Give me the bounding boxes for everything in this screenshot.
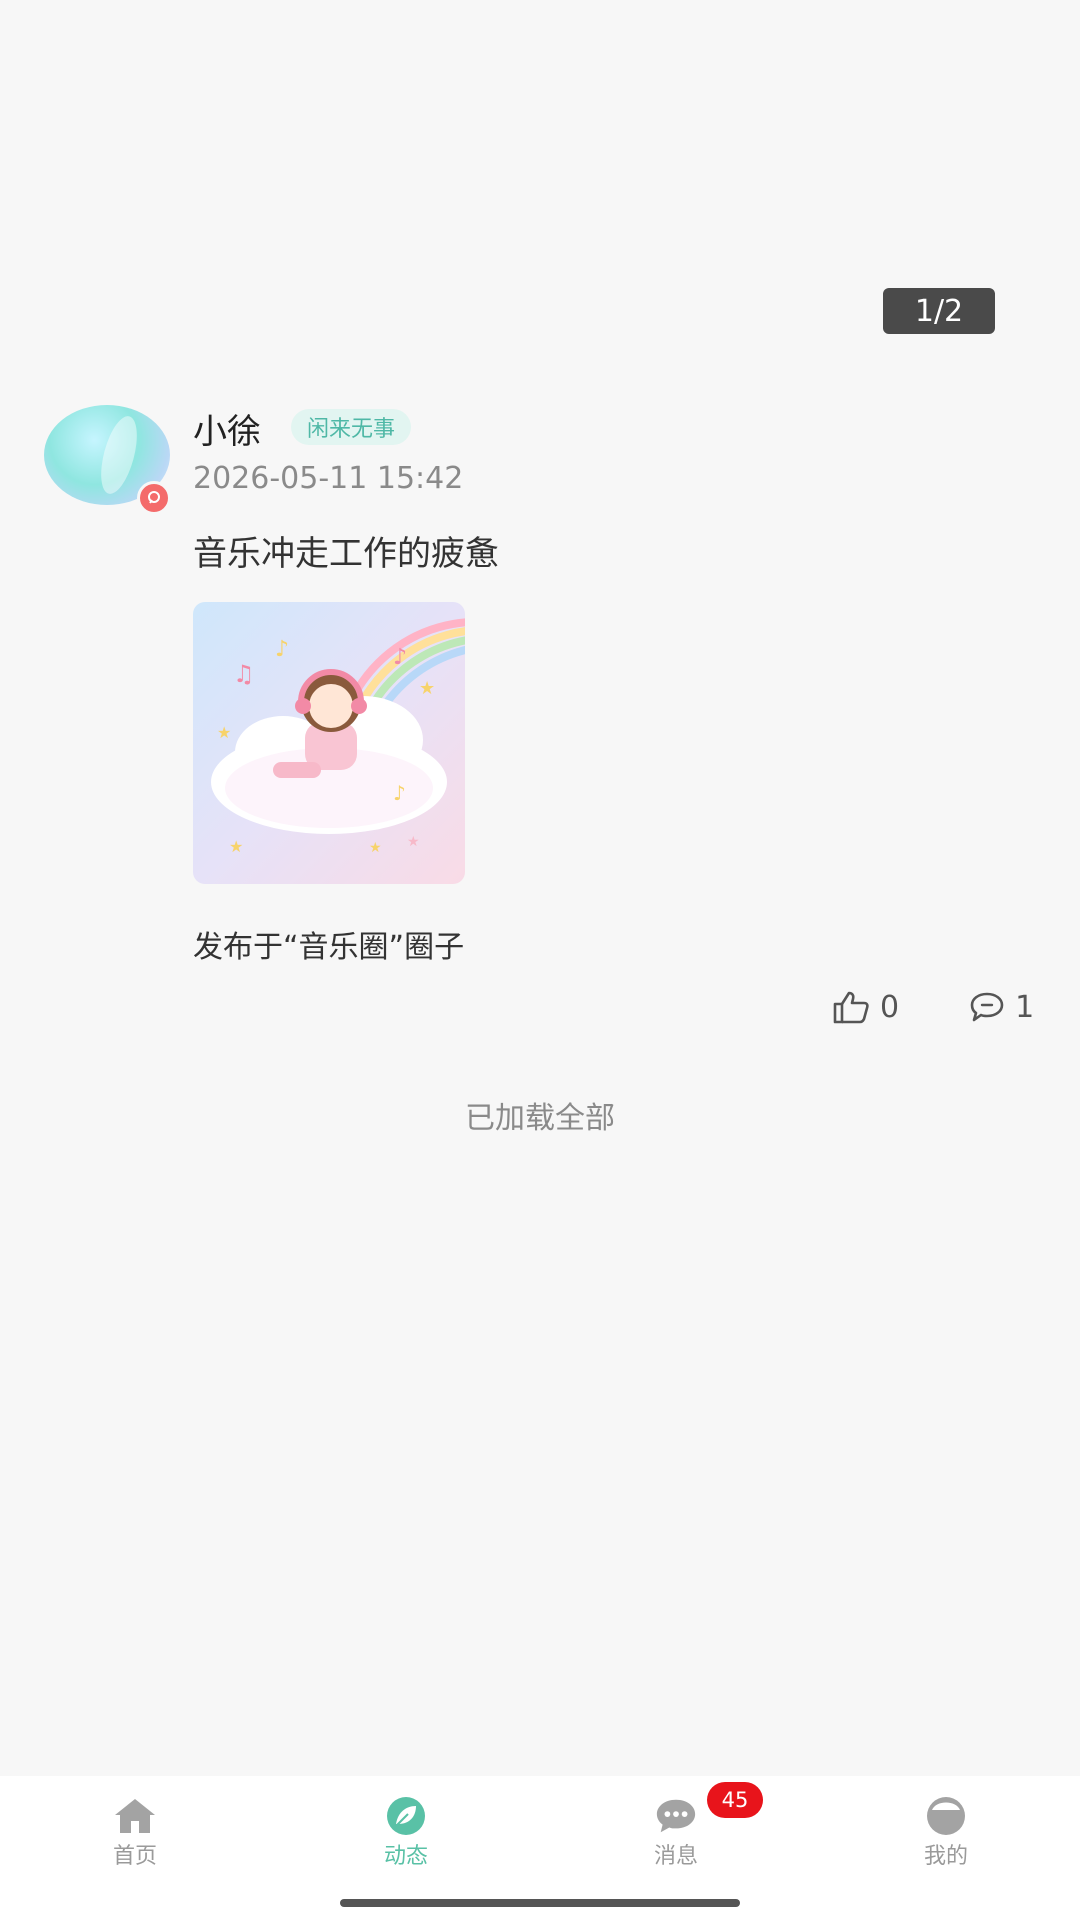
message-count-badge: 45: [707, 1782, 763, 1818]
user-mood-tag: 闲来无事: [291, 409, 412, 445]
feed-page: 1/2 小徐 闲来无事 2026-05-11 15:42 音乐冲走工作的疲惫 ♫…: [0, 0, 1080, 1920]
tab-profile[interactable]: 我的: [886, 1796, 1006, 1870]
published-in-circle[interactable]: 发布于“音乐圈”圈子: [193, 922, 464, 966]
comment-button[interactable]: 1: [969, 990, 1034, 1025]
tab-profile-label: 我的: [923, 1844, 968, 1869]
post-content: 音乐冲走工作的疲惫: [193, 534, 499, 574]
tab-feed[interactable]: 动态: [346, 1796, 466, 1870]
svg-text:★: ★: [419, 678, 435, 699]
thumbs-up-icon: [833, 991, 869, 1024]
post-image[interactable]: ♫ ♪ ♪ ♪ ★ ★ ★ ★ ★: [193, 602, 465, 884]
feed-end-label: 已加载全部: [465, 1101, 615, 1136]
svg-text:★: ★: [369, 840, 382, 856]
home-indicator[interactable]: [340, 1899, 740, 1907]
svg-text:♪: ♪: [393, 645, 407, 670]
svg-text:★: ★: [229, 837, 243, 856]
avatar-status-icon: [137, 481, 171, 515]
comment-count: 1: [1015, 989, 1035, 1025]
like-count: 0: [880, 989, 900, 1025]
home-icon: [113, 1796, 157, 1836]
comment-bubble-icon: [970, 992, 1004, 1022]
svg-text:★: ★: [217, 723, 231, 742]
avatar-highlight: [94, 412, 144, 498]
svg-text:♪: ♪: [275, 637, 289, 662]
post-actions: 0 1: [832, 985, 1034, 1029]
post-username[interactable]: 小徐: [193, 404, 261, 453]
svg-text:♫: ♫: [233, 660, 255, 688]
like-button[interactable]: 0: [832, 990, 899, 1025]
tab-home-label: 首页: [112, 1844, 157, 1869]
tab-feed-label: 动态: [383, 1844, 428, 1869]
tab-messages-label: 消息: [653, 1844, 698, 1869]
image-pager-indicator: 1/2: [883, 288, 995, 334]
chat-bubble-icon: [654, 1796, 698, 1836]
tab-home[interactable]: 首页: [75, 1796, 195, 1870]
girl-on-cloud-illustration: ♫ ♪ ♪ ♪ ★ ★ ★ ★ ★: [193, 602, 465, 884]
leaf-icon: [384, 1796, 428, 1836]
post-timestamp: 2026-05-11 15:42: [193, 461, 464, 496]
svg-text:♪: ♪: [393, 781, 406, 805]
svg-text:★: ★: [407, 834, 420, 850]
profile-icon: [924, 1796, 968, 1836]
